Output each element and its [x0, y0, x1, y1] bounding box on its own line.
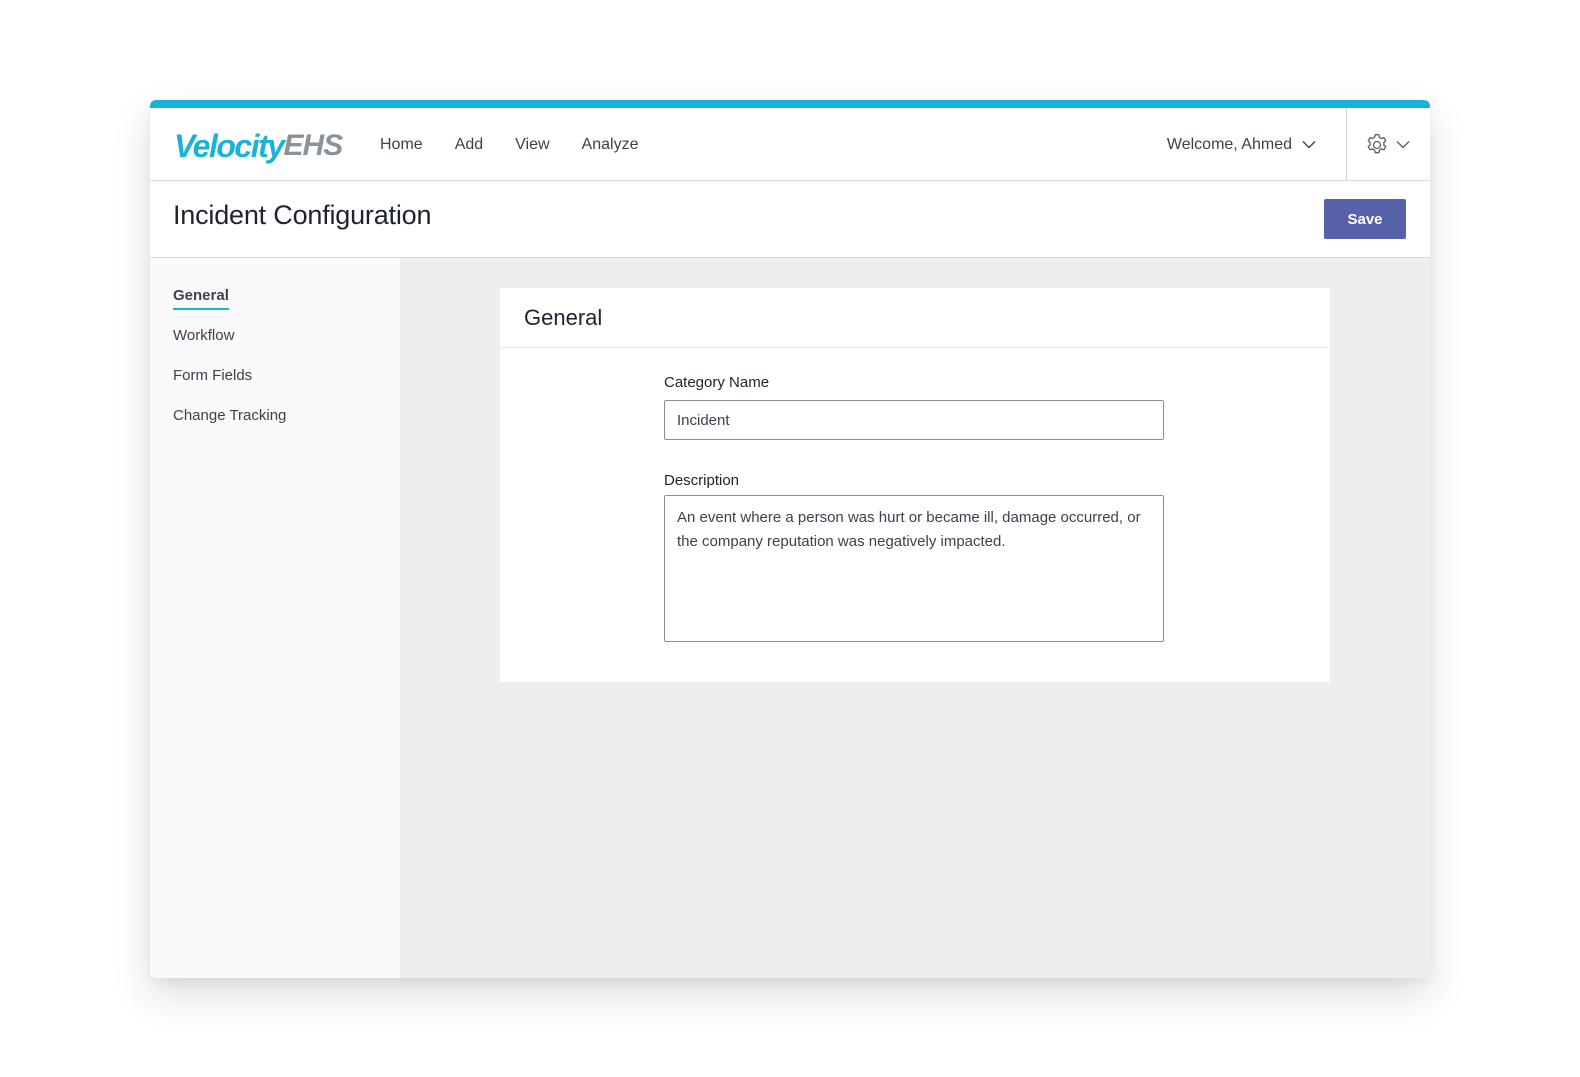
sidebar-item-general[interactable]: General	[173, 287, 229, 310]
sidebar-item-change-tracking[interactable]: Change Tracking	[173, 407, 286, 428]
page-title: Incident Configuration	[173, 200, 432, 230]
sidebar-item-workflow[interactable]: Workflow	[173, 327, 234, 348]
top-accent-bar	[150, 100, 1430, 108]
nav-analyze[interactable]: Analyze	[582, 136, 639, 154]
welcome-text: Welcome, Ahmed	[1166, 135, 1292, 153]
chevron-down-icon	[1302, 141, 1316, 149]
settings-menu[interactable]	[1364, 108, 1410, 181]
card-header: General	[500, 288, 1330, 348]
content-area: General Category Name Description An eve…	[400, 258, 1430, 978]
logo-primary-text: Velocity	[174, 128, 285, 164]
description-label: Description	[664, 472, 740, 489]
category-name-label: Category Name	[664, 374, 770, 391]
sidebar-item-form-fields[interactable]: Form Fields	[173, 367, 252, 388]
logo-secondary-text: EHS	[283, 129, 344, 162]
nav-view[interactable]: View	[515, 136, 549, 154]
app-window: Velocity EHS Home Add View Analyze Welco…	[150, 100, 1430, 978]
config-sidebar: General Workflow Form Fields Change Trac…	[150, 258, 400, 978]
velocity-ehs-logo[interactable]: Velocity EHS	[174, 124, 344, 166]
nav-add[interactable]: Add	[455, 136, 483, 154]
gear-icon	[1367, 133, 1387, 153]
general-card: General Category Name Description An eve…	[500, 288, 1330, 682]
top-navbar: Velocity EHS Home Add View Analyze Welco…	[150, 108, 1430, 181]
user-menu[interactable]: Welcome, Ahmed	[1167, 108, 1316, 181]
description-textarea[interactable]: An event where a person was hurt or beca…	[664, 495, 1164, 642]
chevron-down-icon	[1396, 141, 1410, 149]
page-header: Incident Configuration Save	[150, 182, 1430, 258]
main-nav: Home Add View Analyze	[380, 108, 670, 181]
card-title: General	[524, 305, 603, 330]
category-name-input[interactable]	[664, 400, 1164, 440]
save-button[interactable]: Save	[1324, 199, 1406, 239]
nav-home[interactable]: Home	[380, 136, 423, 154]
nav-divider	[1346, 108, 1347, 181]
